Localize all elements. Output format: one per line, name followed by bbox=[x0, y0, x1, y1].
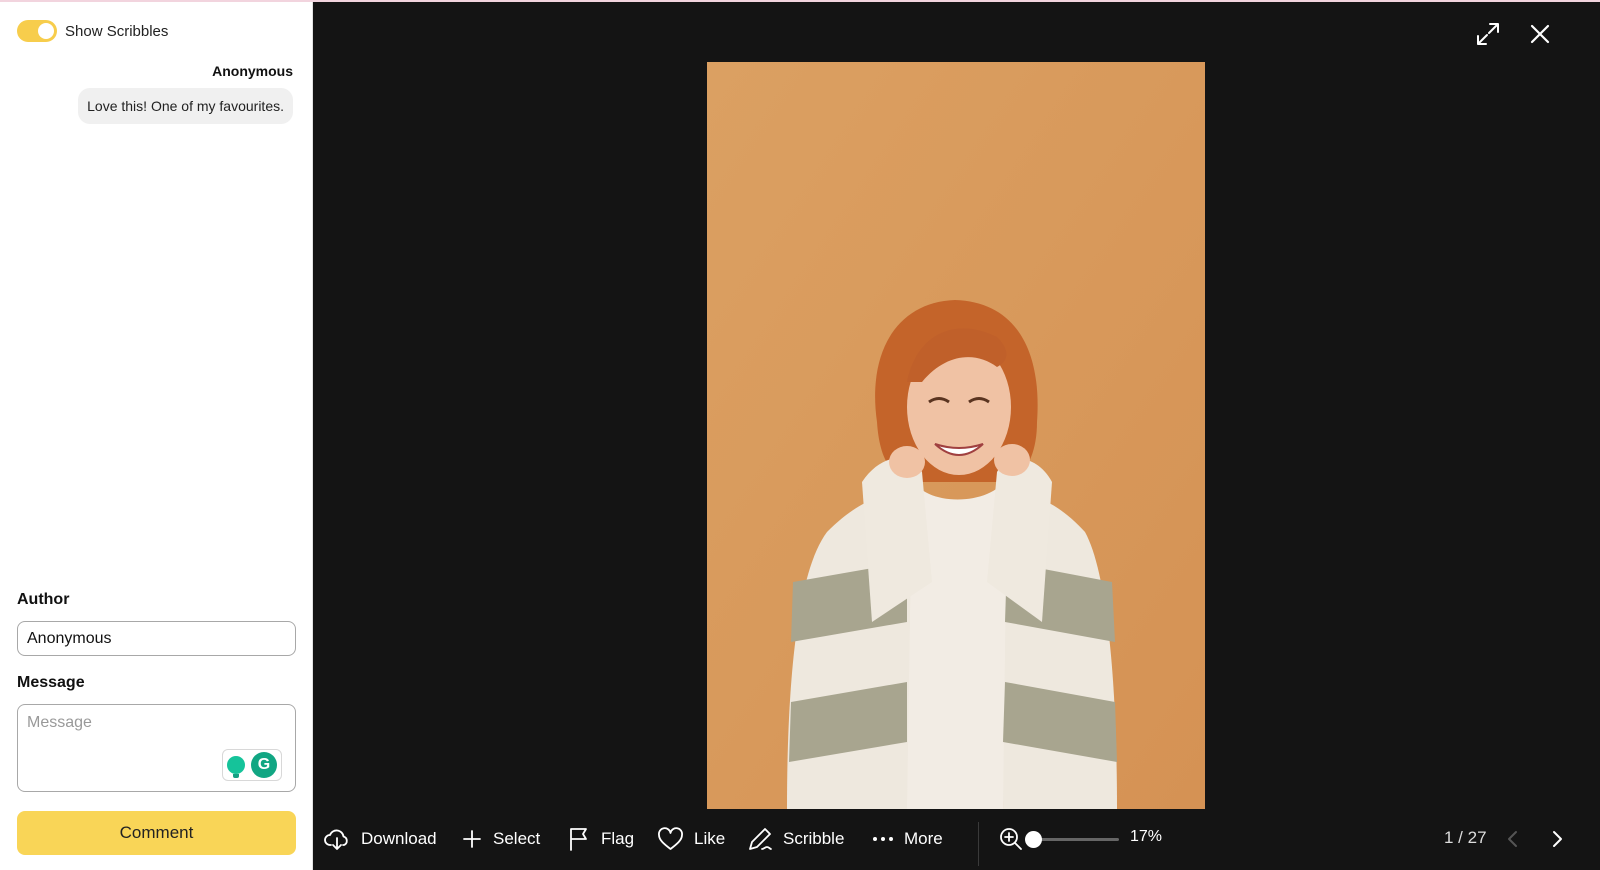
toolbar-divider bbox=[978, 822, 979, 866]
flag-button[interactable]: Flag bbox=[567, 812, 634, 866]
next-button[interactable] bbox=[1544, 826, 1570, 852]
close-icon[interactable] bbox=[1526, 20, 1554, 48]
message-label: Message bbox=[17, 674, 85, 691]
zoom-slider-handle[interactable] bbox=[1025, 831, 1042, 848]
pencil-scribble-icon bbox=[749, 828, 772, 850]
scribble-button[interactable]: Scribble bbox=[747, 812, 844, 866]
comment-author: Anonymous bbox=[212, 63, 293, 79]
select-button[interactable]: Select bbox=[461, 812, 540, 866]
ellipsis-icon bbox=[873, 837, 893, 841]
zoom-in-icon[interactable] bbox=[998, 826, 1024, 852]
left-hand bbox=[889, 446, 925, 478]
show-scribbles-row: Show Scribbles bbox=[17, 20, 168, 42]
scribble-label: Scribble bbox=[783, 829, 845, 848]
right-hand bbox=[994, 444, 1030, 476]
viewer-toolbar: Download Select Flag Like Scribble More … bbox=[313, 812, 1600, 870]
more-label: More bbox=[904, 829, 943, 848]
more-button[interactable]: More bbox=[872, 812, 943, 866]
comment-button[interactable]: Comment bbox=[17, 811, 296, 855]
heart-icon bbox=[658, 827, 683, 850]
expand-icon[interactable] bbox=[1474, 20, 1502, 48]
comment-bubble: Love this! One of my favourites. bbox=[78, 88, 293, 124]
show-scribbles-toggle[interactable] bbox=[17, 20, 57, 42]
select-label: Select bbox=[493, 829, 541, 848]
download-button[interactable]: Download bbox=[323, 812, 437, 866]
previous-button[interactable] bbox=[1500, 826, 1526, 852]
flag-icon bbox=[570, 828, 587, 851]
toggle-knob bbox=[38, 23, 54, 39]
plus-icon bbox=[463, 830, 481, 848]
image-viewer: Download Select Flag Like Scribble More … bbox=[313, 2, 1600, 870]
like-button[interactable]: Like bbox=[657, 812, 725, 866]
show-scribbles-label: Show Scribbles bbox=[65, 22, 169, 40]
portrait-photo bbox=[707, 62, 1205, 809]
chevron-right-icon bbox=[1553, 831, 1562, 847]
like-label: Like bbox=[694, 829, 726, 848]
chevron-left-icon bbox=[1508, 831, 1517, 847]
download-label: Download bbox=[361, 829, 437, 848]
comments-sidebar: Show Scribbles Anonymous Love this! One … bbox=[0, 2, 313, 870]
page-counter: 1 / 27 bbox=[1444, 828, 1487, 847]
author-field[interactable] bbox=[17, 621, 296, 656]
zoom-slider[interactable] bbox=[1025, 831, 1119, 848]
grammar-g-icon: G bbox=[251, 752, 277, 778]
flag-label: Flag bbox=[601, 829, 635, 848]
grammar-assistant-widget[interactable]: G bbox=[222, 749, 282, 781]
cloud-download-icon bbox=[324, 829, 348, 850]
lightbulb-icon bbox=[227, 756, 245, 778]
top-accent-line bbox=[0, 0, 1600, 2]
zoom-percentage: 17% bbox=[1130, 828, 1163, 845]
author-label: Author bbox=[17, 591, 70, 608]
